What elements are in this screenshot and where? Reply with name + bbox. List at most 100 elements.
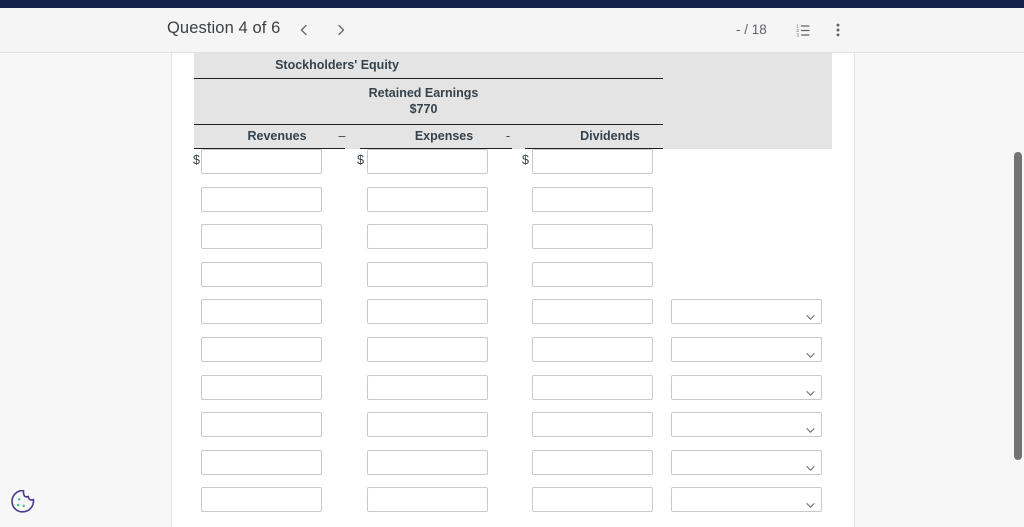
- currency-symbol: $: [522, 153, 529, 167]
- input-revenues[interactable]: [201, 412, 322, 438]
- cell-account: [671, 412, 822, 438]
- account-select[interactable]: [671, 487, 822, 513]
- input-revenues[interactable]: [201, 299, 322, 325]
- input-revenues[interactable]: [201, 337, 322, 362]
- cell-dividends: [532, 261, 653, 287]
- input-dividends[interactable]: [532, 487, 653, 513]
- table-row: $ $ $: [193, 149, 832, 187]
- column-header-expenses: Expenses: [414, 129, 474, 143]
- page-scrollbar-thumb[interactable]: [1014, 152, 1022, 460]
- cell-revenues: $: [193, 149, 322, 174]
- account-select-wrapper: [671, 299, 822, 325]
- numbered-list-icon[interactable]: 1 2 3: [791, 18, 815, 42]
- input-dividends[interactable]: [532, 337, 653, 362]
- input-expenses[interactable]: [367, 186, 488, 212]
- document-sheet: Stockholders' Equity Retained Earnings $…: [171, 53, 855, 527]
- input-expenses[interactable]: [367, 487, 488, 513]
- page-count-indicator: - / 18: [736, 22, 767, 37]
- input-dividends[interactable]: [532, 374, 653, 400]
- cell-account: [671, 487, 822, 513]
- cell-revenues: [201, 412, 322, 438]
- cell-account: [671, 337, 822, 362]
- input-dividends[interactable]: [532, 299, 653, 325]
- cell-expenses: [367, 337, 488, 362]
- more-vertical-icon[interactable]: [826, 18, 850, 42]
- input-expenses[interactable]: [367, 412, 488, 438]
- cell-revenues: [201, 299, 322, 325]
- page-title: Question 4 of 6: [167, 19, 281, 37]
- table-row: [194, 224, 832, 262]
- previous-question-button[interactable]: [291, 17, 317, 43]
- input-dividends[interactable]: [532, 449, 653, 475]
- input-dividends[interactable]: [532, 224, 653, 250]
- input-dividends[interactable]: [532, 186, 653, 212]
- input-expenses[interactable]: [367, 337, 488, 362]
- input-expenses[interactable]: [367, 449, 488, 475]
- stockholders-equity-label: Stockholders' Equity: [275, 58, 399, 72]
- operator-minus-2: -: [505, 129, 511, 143]
- retained-earnings-balance: $770: [409, 101, 438, 116]
- account-select-wrapper: [671, 337, 822, 362]
- account-select[interactable]: [671, 299, 822, 325]
- cookie-icon[interactable]: [10, 489, 37, 517]
- account-select[interactable]: [671, 449, 822, 475]
- table-row: [194, 261, 832, 300]
- cell-dividends: [532, 186, 653, 212]
- input-dividends[interactable]: [532, 261, 653, 287]
- input-expenses[interactable]: [367, 149, 488, 174]
- svg-text:3: 3: [796, 32, 799, 37]
- column-header-dividends: Dividends: [580, 129, 640, 143]
- next-question-button[interactable]: [328, 17, 354, 43]
- input-dividends[interactable]: [532, 149, 653, 174]
- account-select-wrapper: [671, 487, 822, 513]
- cell-revenues: [201, 261, 322, 287]
- input-revenues[interactable]: [201, 149, 322, 174]
- input-revenues[interactable]: [201, 261, 322, 287]
- account-select[interactable]: [671, 374, 822, 400]
- currency-symbol: $: [193, 153, 200, 167]
- input-revenues[interactable]: [201, 487, 322, 513]
- account-select[interactable]: [671, 337, 822, 362]
- input-expenses[interactable]: [367, 261, 488, 287]
- account-select-wrapper: [671, 449, 822, 475]
- cell-account: [671, 449, 822, 475]
- input-expenses[interactable]: [367, 224, 488, 250]
- cell-dividends: [532, 337, 653, 362]
- account-select[interactable]: [671, 412, 822, 438]
- table-row: [194, 449, 832, 488]
- table-row: [194, 186, 832, 225]
- table-row: [194, 299, 832, 337]
- input-dividends[interactable]: [532, 412, 653, 438]
- top-accent-bar: [0, 0, 1024, 8]
- input-revenues[interactable]: [201, 186, 322, 212]
- cell-revenues: [201, 449, 322, 475]
- page-scrollbar-track[interactable]: [1011, 53, 1024, 527]
- cell-expenses: [367, 261, 488, 287]
- header-rule-1: [194, 78, 663, 79]
- input-expenses[interactable]: [367, 299, 488, 325]
- cell-expenses: [367, 224, 488, 250]
- input-expenses[interactable]: [367, 374, 488, 400]
- cell-dividends: [532, 299, 653, 325]
- table-row: [194, 487, 832, 525]
- input-revenues[interactable]: [201, 374, 322, 400]
- cell-dividends: [532, 449, 653, 475]
- input-revenues[interactable]: [201, 449, 322, 475]
- cell-dividends: [532, 224, 653, 250]
- cell-dividends: $: [522, 149, 653, 174]
- header-rule-2: [194, 124, 663, 125]
- cell-revenues: [201, 487, 322, 513]
- cell-expenses: [367, 374, 488, 400]
- table-header-block: Stockholders' Equity Retained Earnings $…: [194, 53, 832, 149]
- cell-revenues: [201, 186, 322, 212]
- column-header-revenues: Revenues: [247, 129, 307, 143]
- table-row: [194, 412, 832, 450]
- table-row: [194, 374, 832, 413]
- cell-account: [671, 299, 822, 325]
- viewer-header: Question 4 of 6 - / 18 1 2 3: [0, 8, 1024, 53]
- cell-dividends: [532, 487, 653, 513]
- chevron-right-icon: [334, 23, 348, 37]
- retained-earnings-label: Retained Earnings $770: [194, 86, 653, 117]
- cell-expenses: [367, 299, 488, 325]
- input-revenues[interactable]: [201, 224, 322, 250]
